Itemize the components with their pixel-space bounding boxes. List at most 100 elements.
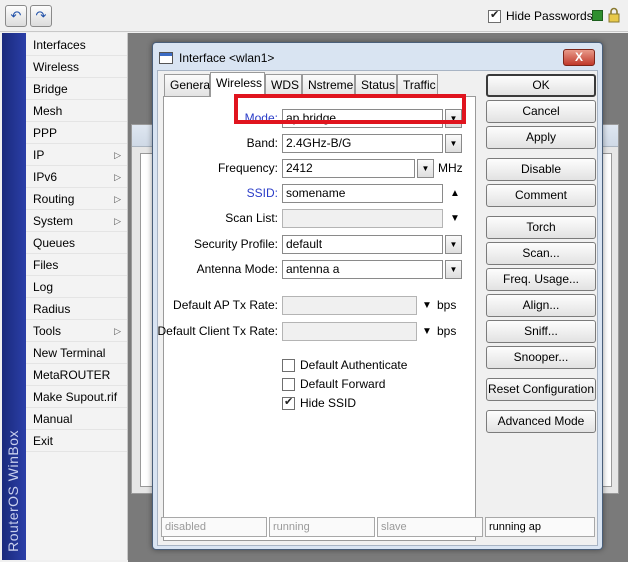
frequency-select[interactable]: 2412 <box>282 159 415 178</box>
hide-ssid-label: Hide SSID <box>300 396 357 410</box>
sidebar-item-ppp[interactable]: PPP <box>26 122 127 144</box>
scan-list-input[interactable] <box>282 209 443 228</box>
default-ap-tx-rate-input[interactable] <box>282 296 417 315</box>
sidebar-item-label: Routing <box>33 192 75 206</box>
default-forward-checkbox[interactable] <box>282 377 295 391</box>
status-disabled: disabled <box>161 517 267 537</box>
status-running: running <box>269 517 375 537</box>
sidebar-item-label: New Terminal <box>33 346 106 360</box>
dialog-title: Interface <wlan1> <box>179 51 275 65</box>
default-authenticate-option[interactable]: Default Authenticate <box>282 358 407 372</box>
security-profile-label: Security Profile: <box>193 237 278 251</box>
cancel-button[interactable]: Cancel <box>486 100 596 123</box>
default-client-tx-rate-unit: bps <box>437 324 457 338</box>
sidebar-item-routing[interactable]: Routing ▷ <box>26 188 127 210</box>
sidebar-item-radius[interactable]: Radius <box>26 298 127 320</box>
hide-ssid-checkbox[interactable] <box>282 395 295 410</box>
status-slave: slave <box>377 517 483 537</box>
sidebar-item-label: PPP <box>33 126 58 140</box>
dialog-body: General Wireless WDS Nstreme Status Traf… <box>157 70 598 546</box>
band-select[interactable]: 2.4GHz-B/G <box>282 134 443 153</box>
frequency-unit: MHz <box>438 161 463 175</box>
submenu-arrow-icon: ▷ <box>114 216 121 226</box>
sidebar-item-label: Manual <box>33 412 73 426</box>
sniff-button[interactable]: Sniff... <box>486 320 596 343</box>
sidebar-item-label: Wireless <box>33 60 80 74</box>
redo-icon[interactable]: ↷ <box>30 5 52 27</box>
sidebar-item-system[interactable]: System ▷ <box>26 210 127 232</box>
default-ap-tx-rate-label: Default AP Tx Rate: <box>173 298 278 312</box>
disable-button[interactable]: Disable <box>486 158 596 181</box>
hide-passwords-checkbox[interactable] <box>488 8 501 23</box>
hide-passwords-toggle[interactable]: Hide Passwords <box>488 8 593 23</box>
default-forward-label: Default Forward <box>300 377 386 391</box>
default-client-tx-rate-input[interactable] <box>282 322 417 341</box>
sidebar-item-bridge[interactable]: Bridge <box>26 78 127 100</box>
default-forward-option[interactable]: Default Forward <box>282 377 385 391</box>
ok-button[interactable]: OK <box>486 74 596 97</box>
submenu-arrow-icon: ▷ <box>114 150 121 160</box>
sidebar-item-files[interactable]: Files <box>26 254 127 276</box>
close-button[interactable]: X <box>563 49 595 66</box>
band-dropdown-icon[interactable]: ▼ <box>445 134 462 153</box>
sidebar-item-interfaces[interactable]: Interfaces <box>26 34 127 56</box>
tab-general[interactable]: General <box>164 74 213 96</box>
hide-ssid-option[interactable]: Hide SSID <box>282 395 357 410</box>
sidebar-item-tools[interactable]: Tools ▷ <box>26 320 127 342</box>
freq-usage-button[interactable]: Freq. Usage... <box>486 268 596 291</box>
frequency-dropdown-icon[interactable]: ▼ <box>417 159 434 178</box>
ssid-input[interactable]: somename <box>282 184 443 203</box>
align-button[interactable]: Align... <box>486 294 596 317</box>
security-profile-select[interactable]: default <box>282 235 443 254</box>
default-ap-tx-rate-expand-icon[interactable]: ▼ <box>422 296 432 315</box>
antenna-mode-dropdown-icon[interactable]: ▼ <box>445 260 462 279</box>
sidebar-item-wireless[interactable]: Wireless <box>26 56 127 78</box>
sidebar-item-label: System <box>33 214 74 228</box>
sidebar-item-manual[interactable]: Manual <box>26 408 127 430</box>
lock-icon <box>608 7 620 23</box>
sidebar-item-log[interactable]: Log <box>26 276 127 298</box>
scan-button[interactable]: Scan... <box>486 242 596 265</box>
default-ap-tx-rate-unit: bps <box>437 298 457 312</box>
snooper-button[interactable]: Snooper... <box>486 346 596 369</box>
sidebar-item-label: Interfaces <box>33 38 86 52</box>
sidebar-item-new-terminal[interactable]: New Terminal <box>26 342 127 364</box>
sidebar-item-queues[interactable]: Queues <box>26 232 127 254</box>
sidebar-item-label: Queues <box>33 236 76 250</box>
undo-icon[interactable]: ↶ <box>5 5 27 27</box>
sidebar-item-exit[interactable]: Exit <box>26 430 127 452</box>
sidebar-item-make-supout-rif[interactable]: Make Supout.rif <box>26 386 127 408</box>
sidebar-item-label: IP <box>33 148 45 162</box>
default-authenticate-checkbox[interactable] <box>282 358 295 372</box>
tab-nstreme[interactable]: Nstreme <box>302 74 355 96</box>
sidebar-item-label: Radius <box>33 302 71 316</box>
default-client-tx-rate-label: Default Client Tx Rate: <box>157 324 279 338</box>
antenna-mode-select[interactable]: antenna a <box>282 260 443 279</box>
scan-list-label: Scan List: <box>225 211 278 225</box>
tab-traffic[interactable]: Traffic <box>397 74 438 96</box>
sidebar-item-label: Make Supout.rif <box>33 390 118 404</box>
antenna-mode-label: Antenna Mode: <box>196 262 278 276</box>
status-running-ap: running ap <box>485 517 595 537</box>
reset-configuration-button[interactable]: Reset Configuration <box>486 378 596 401</box>
tab-wds[interactable]: WDS <box>265 74 302 96</box>
comment-button[interactable]: Comment <box>486 184 596 207</box>
sidebar-item-ipv6[interactable]: IPv6 ▷ <box>26 166 127 188</box>
sidebar-item-label: Files <box>33 258 59 272</box>
scan-list-expand-icon[interactable]: ▼ <box>450 209 460 228</box>
security-profile-dropdown-icon[interactable]: ▼ <box>445 235 462 254</box>
tab-status[interactable]: Status <box>355 74 397 96</box>
submenu-arrow-icon: ▷ <box>114 172 121 182</box>
advanced-mode-button[interactable]: Advanced Mode <box>486 410 596 433</box>
sidebar-item-ip[interactable]: IP ▷ <box>26 144 127 166</box>
torch-button[interactable]: Torch <box>486 216 596 239</box>
top-toolbar: ↶ ↷ Hide Passwords <box>0 0 628 32</box>
apply-button[interactable]: Apply <box>486 126 596 149</box>
sidebar-item-metarouter[interactable]: MetaROUTER <box>26 364 127 386</box>
default-client-tx-rate-expand-icon[interactable]: ▼ <box>422 322 432 341</box>
mode-highlight-box <box>234 94 466 124</box>
sidebar-item-mesh[interactable]: Mesh <box>26 100 127 122</box>
hide-passwords-label: Hide Passwords <box>506 9 593 23</box>
ssid-collapse-icon[interactable]: ▲ <box>450 184 460 203</box>
ssid-label[interactable]: SSID: <box>247 184 278 203</box>
